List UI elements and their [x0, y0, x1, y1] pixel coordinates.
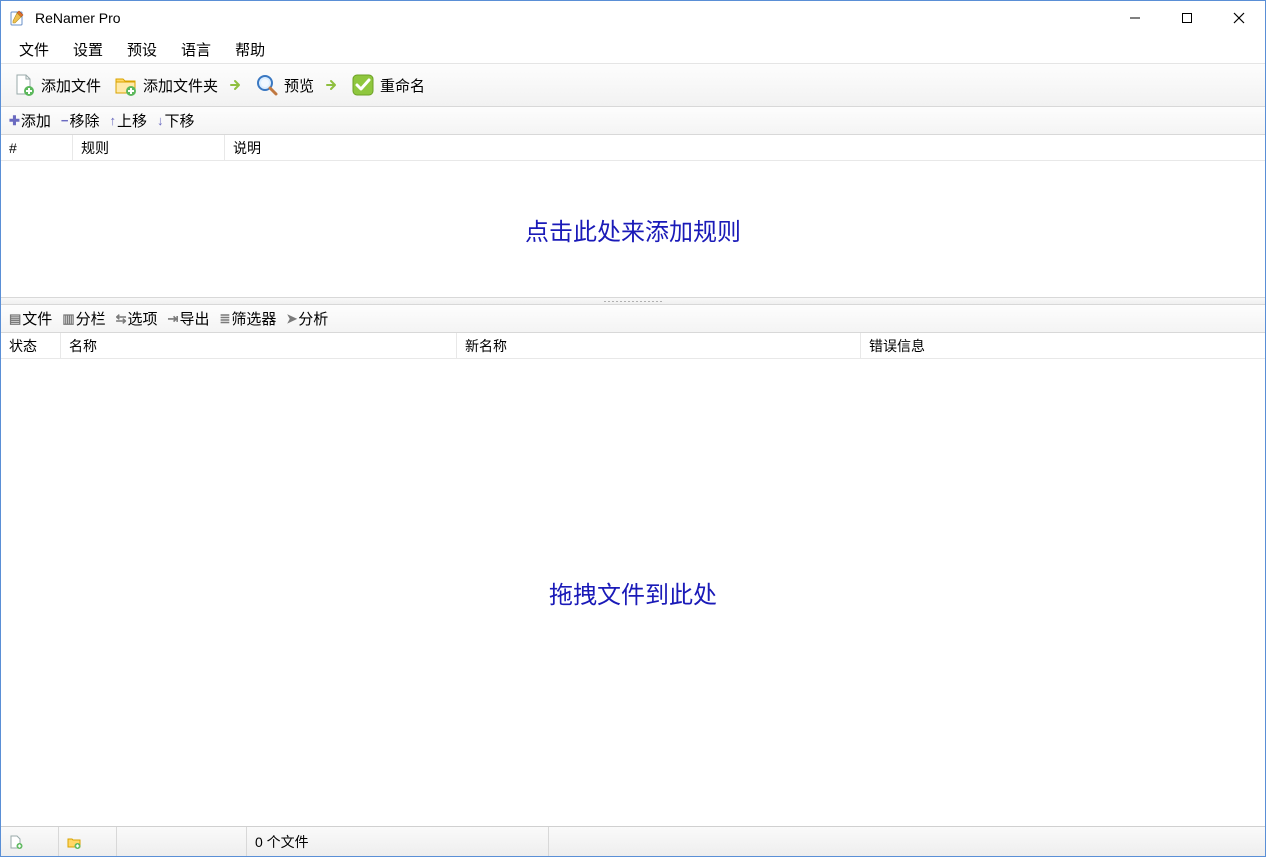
status-file-count: 0 个文件	[247, 827, 549, 856]
folder-small-icon	[67, 835, 81, 849]
files-area[interactable]: 拖拽文件到此处	[1, 359, 1265, 826]
check-icon	[350, 72, 376, 98]
window-controls	[1109, 1, 1265, 35]
options-icon: ⇆	[116, 311, 127, 327]
file-small-icon	[9, 835, 23, 849]
rules-header: # 规则 说明	[1, 135, 1265, 161]
files-toolbar: ▤ 文件 ▥ 分栏 ⇆ 选项 ⇥ 导出 ≣ 筛选器 ➤ 分析	[1, 305, 1265, 333]
arrow-separator-icon	[322, 75, 342, 95]
add-files-button[interactable]: 添加文件	[7, 70, 105, 100]
arrow-down-icon: ↓	[157, 113, 164, 128]
menu-help[interactable]: 帮助	[225, 35, 275, 64]
col-number[interactable]: #	[1, 135, 73, 160]
rules-placeholder: 点击此处来添加规则	[525, 212, 741, 247]
magnifier-icon	[254, 72, 280, 98]
grip-icon	[603, 300, 663, 303]
columns-menu-label: 分栏	[76, 308, 106, 329]
rule-remove-label: 移除	[70, 110, 100, 131]
status-rest	[549, 827, 1265, 856]
close-button[interactable]	[1213, 1, 1265, 35]
rule-add-button[interactable]: ✚ 添加	[5, 108, 55, 133]
main-toolbar: 添加文件 添加文件夹 预览	[1, 63, 1265, 107]
folder-add-icon	[113, 72, 139, 98]
status-bar: 0 个文件	[1, 826, 1265, 856]
rule-down-label: 下移	[165, 110, 195, 131]
col-status[interactable]: 状态	[1, 333, 61, 358]
col-error[interactable]: 错误信息	[861, 333, 1265, 358]
analyze-menu-button[interactable]: ➤ 分析	[282, 306, 332, 331]
app-icon	[9, 9, 27, 27]
filter-menu-button[interactable]: ≣ 筛选器	[215, 306, 280, 331]
minimize-button[interactable]	[1109, 1, 1161, 35]
menu-file[interactable]: 文件	[9, 35, 59, 64]
rule-down-button[interactable]: ↓ 下移	[153, 108, 199, 133]
col-name[interactable]: 名称	[61, 333, 457, 358]
export-menu-label: 导出	[179, 308, 209, 329]
col-rule[interactable]: 规则	[73, 135, 225, 160]
export-menu-button[interactable]: ⇥ 导出	[164, 306, 214, 331]
minus-icon: −	[61, 113, 69, 128]
menu-language[interactable]: 语言	[171, 35, 221, 64]
arrow-separator-icon	[226, 75, 246, 95]
rule-up-label: 上移	[117, 110, 147, 131]
rules-toolbar: ✚ 添加 − 移除 ↑ 上移 ↓ 下移	[1, 107, 1265, 135]
files-menu-label: 文件	[22, 308, 52, 329]
files-placeholder: 拖拽文件到此处	[549, 575, 717, 610]
files-menu-button[interactable]: ▤ 文件	[5, 306, 56, 331]
export-icon: ⇥	[168, 311, 179, 327]
menu-settings[interactable]: 设置	[63, 35, 113, 64]
menu-presets[interactable]: 预设	[117, 35, 167, 64]
rule-remove-button[interactable]: − 移除	[57, 108, 104, 133]
filter-menu-label: 筛选器	[231, 308, 276, 329]
title-bar: ReNamer Pro	[1, 1, 1265, 35]
columns-menu-button[interactable]: ▥ 分栏	[58, 306, 109, 331]
analyze-menu-label: 分析	[298, 308, 328, 329]
status-spacer	[117, 827, 247, 856]
plus-icon: ✚	[9, 113, 20, 129]
rule-add-label: 添加	[21, 110, 51, 131]
pane-splitter[interactable]	[1, 297, 1265, 305]
menu-bar: 文件 设置 预设 语言 帮助	[1, 35, 1265, 63]
rename-label: 重命名	[380, 75, 425, 96]
rule-up-button[interactable]: ↑ 上移	[106, 108, 152, 133]
add-folders-button[interactable]: 添加文件夹	[109, 70, 222, 100]
file-add-icon	[11, 72, 37, 98]
maximize-button[interactable]	[1161, 1, 1213, 35]
add-folders-label: 添加文件夹	[143, 75, 218, 96]
rules-area[interactable]: 点击此处来添加规则	[1, 161, 1265, 297]
preview-button[interactable]: 预览	[250, 70, 318, 100]
list-icon: ▤	[9, 311, 21, 327]
col-newname[interactable]: 新名称	[457, 333, 861, 358]
arrow-up-icon: ↑	[110, 113, 117, 128]
preview-label: 预览	[284, 75, 314, 96]
files-header: 状态 名称 新名称 错误信息	[1, 333, 1265, 359]
add-files-label: 添加文件	[41, 75, 101, 96]
analyze-icon: ➤	[286, 311, 297, 327]
options-menu-label: 选项	[128, 308, 158, 329]
status-folder-icon-cell	[59, 827, 117, 856]
col-desc[interactable]: 说明	[225, 135, 1265, 160]
options-menu-button[interactable]: ⇆ 选项	[112, 306, 162, 331]
status-file-icon-cell	[1, 827, 59, 856]
filter-icon: ≣	[219, 311, 230, 327]
columns-icon: ▥	[62, 311, 74, 327]
window-title: ReNamer Pro	[35, 10, 121, 26]
rename-button[interactable]: 重命名	[346, 70, 429, 100]
